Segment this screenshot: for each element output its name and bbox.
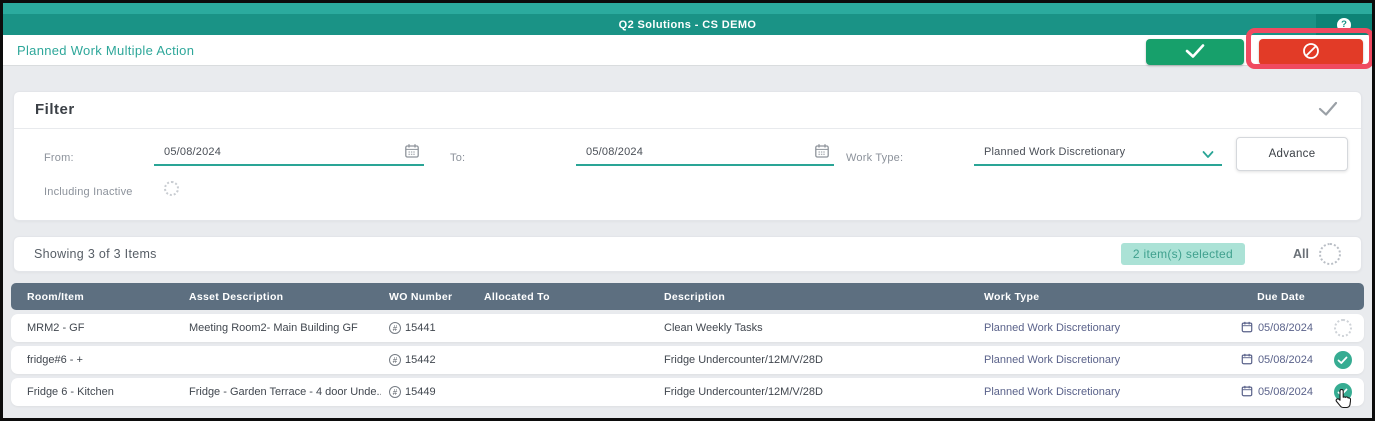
from-date-value: 05/08/2024: [164, 146, 222, 158]
room-item-cell: MRM2 - GF: [27, 322, 85, 334]
col-room-item: Room/Item: [27, 290, 84, 303]
table-row[interactable]: Fridge 6 - Kitchen Fridge - Garden Terra…: [11, 378, 1364, 406]
help-button[interactable]: ?: [1316, 14, 1372, 35]
room-item-cell: Fridge 6 - Kitchen: [27, 386, 114, 398]
filter-header: Filter: [14, 92, 1361, 129]
reject-button[interactable]: [1259, 39, 1363, 65]
wo-number-cell: #15441: [381, 322, 476, 334]
select-all-label: All: [1293, 247, 1309, 261]
approve-button[interactable]: [1146, 39, 1244, 65]
table-header: Room/Item Asset Description WO Number Al…: [11, 283, 1364, 310]
col-work-type: Work Type: [984, 290, 1040, 303]
description-cell: Fridge Undercounter/12M/V/28D: [664, 386, 823, 398]
work-type-cell: Planned Work Discretionary: [984, 322, 1121, 334]
hash-icon: #: [389, 354, 401, 366]
to-date-value: 05/08/2024: [586, 146, 644, 158]
wo-number-cell: #15449: [381, 386, 476, 398]
title-bar: Q2 Solutions - CS DEMO ?: [3, 14, 1372, 35]
calendar-icon: [1241, 353, 1253, 368]
selected-count-badge: 2 item(s) selected: [1120, 243, 1246, 265]
col-asset-description: Asset Description: [189, 290, 284, 303]
from-label: From:: [44, 152, 74, 164]
work-type-value: Planned Work Discretionary: [984, 146, 1126, 158]
col-wo-number: WO Number: [389, 290, 453, 303]
due-date-cell: 05/08/2024: [1221, 321, 1321, 336]
due-date-cell: 05/08/2024: [1221, 385, 1321, 400]
work-type-label: Work Type:: [846, 152, 904, 164]
chevron-down-icon: [1202, 146, 1214, 164]
description-cell: Fridge Undercounter/12M/V/28D: [664, 354, 823, 366]
row-select-checkbox[interactable]: [1333, 319, 1352, 337]
app-title: Q2 Solutions - CS DEMO: [618, 18, 757, 31]
to-label: To:: [450, 152, 466, 164]
filter-panel: Filter From: 05/08/2024 To: 05/08/2024 W…: [13, 91, 1362, 221]
col-allocated-to: Allocated To: [484, 290, 550, 303]
table-row[interactable]: fridge#6 - + #15442 Fridge Undercounter/…: [11, 346, 1364, 374]
showing-count: Showing 3 of 3 Items: [34, 247, 157, 261]
row-select-checkbox[interactable]: [1333, 351, 1352, 369]
page-title: Planned Work Multiple Action: [17, 43, 195, 58]
check-icon: [1184, 43, 1206, 62]
calendar-icon[interactable]: [814, 143, 830, 164]
room-item-cell: fridge#6 - +: [27, 354, 83, 366]
results-summary-bar: Showing 3 of 3 Items 2 item(s) selected …: [13, 236, 1362, 272]
work-type-cell: Planned Work Discretionary: [984, 354, 1121, 366]
ban-icon: [1302, 42, 1320, 63]
from-date-input[interactable]: 05/08/2024: [154, 138, 424, 166]
asset-description-cell: Fridge - Garden Terrace - 4 door Unde...: [189, 386, 381, 398]
including-inactive-checkbox[interactable]: [164, 181, 179, 196]
filter-apply-check-icon[interactable]: [1317, 100, 1339, 123]
calendar-icon: [1241, 321, 1253, 336]
top-strip: [3, 3, 1372, 14]
calendar-icon: [1241, 385, 1253, 400]
filter-title: Filter: [35, 101, 75, 118]
page-header: Planned Work Multiple Action: [3, 35, 1372, 66]
calendar-icon[interactable]: [404, 143, 420, 164]
col-due-date: Due Date: [1257, 290, 1305, 303]
col-description: Description: [664, 290, 726, 303]
advance-button[interactable]: Advance: [1236, 137, 1348, 171]
work-type-dropdown[interactable]: Planned Work Discretionary: [974, 138, 1222, 166]
app-window: Q2 Solutions - CS DEMO ? Planned Work Mu…: [0, 0, 1375, 421]
wo-number-cell: #15442: [381, 354, 476, 366]
description-cell: Clean Weekly Tasks: [664, 322, 763, 334]
table-row[interactable]: MRM2 - GF Meeting Room2- Main Building G…: [11, 314, 1364, 342]
including-inactive-label: Including Inactive: [44, 186, 133, 198]
asset-description-cell: Meeting Room2- Main Building GF: [189, 322, 358, 334]
row-select-checkbox[interactable]: [1333, 383, 1352, 401]
help-icon: ?: [1337, 17, 1351, 32]
hash-icon: #: [389, 386, 401, 398]
work-type-cell: Planned Work Discretionary: [984, 386, 1121, 398]
select-all-checkbox[interactable]: [1319, 243, 1341, 265]
due-date-cell: 05/08/2024: [1221, 353, 1321, 368]
hash-icon: #: [389, 322, 401, 334]
to-date-input[interactable]: 05/08/2024: [576, 138, 834, 166]
